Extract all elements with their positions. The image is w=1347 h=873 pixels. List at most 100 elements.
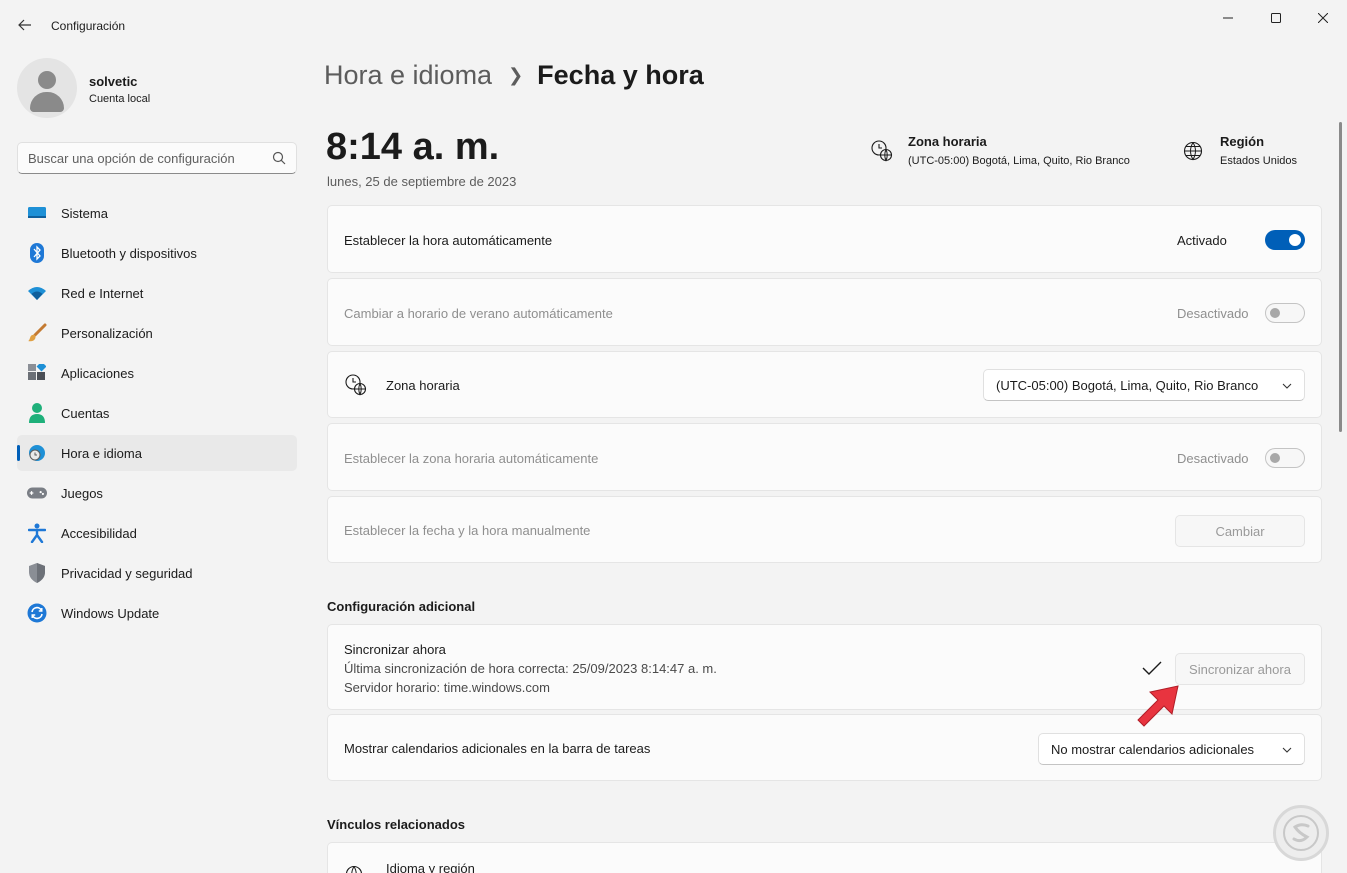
sidebar-item-juegos[interactable]: Juegos xyxy=(17,475,297,511)
last-sync-text: Última sincronización de hora correcta: … xyxy=(344,661,717,676)
sidebar-item-label: Hora e idioma xyxy=(61,446,142,461)
monitor-icon xyxy=(27,204,47,222)
additional-settings-title: Configuración adicional xyxy=(327,599,476,614)
calendars-label: Mostrar calendarios adicionales en la ba… xyxy=(344,741,651,756)
timezone-dropdown-value: (UTC-05:00) Bogotá, Lima, Quito, Rio Bra… xyxy=(996,378,1259,393)
close-icon xyxy=(1318,13,1328,23)
maximize-icon xyxy=(1271,13,1281,23)
globe-clock-icon xyxy=(345,374,367,396)
brush-icon xyxy=(27,323,47,342)
sidebar-item-label: Sistema xyxy=(61,206,108,221)
auto-time-card: Establecer la hora automáticamente Activ… xyxy=(327,205,1322,273)
sidebar-item-label: Aplicaciones xyxy=(61,366,134,381)
app-title: Configuración xyxy=(51,19,126,33)
manual-time-card: Establecer la fecha y la hora manualment… xyxy=(327,496,1322,563)
dst-toggle[interactable] xyxy=(1265,303,1305,323)
sidebar-item-label: Juegos xyxy=(61,486,103,501)
auto-timezone-toggle[interactable] xyxy=(1265,448,1305,468)
user-name: solvetic xyxy=(89,74,138,89)
calendars-dropdown[interactable]: No mostrar calendarios adicionales xyxy=(1038,733,1305,765)
header-timezone-value: (UTC-05:00) Bogotá, Lima, Quito, Rio Bra… xyxy=(908,155,1130,167)
chevron-right-icon: ❯ xyxy=(508,65,524,85)
auto-time-toggle[interactable] xyxy=(1265,230,1305,250)
calendars-dropdown-value: No mostrar calendarios adicionales xyxy=(1051,742,1255,757)
change-button[interactable]: Cambiar xyxy=(1175,515,1305,547)
avatar xyxy=(17,58,77,118)
sidebar-item-personalizacion[interactable]: Personalización xyxy=(17,315,297,351)
minimize-button[interactable] xyxy=(1205,6,1251,30)
sidebar-item-label: Windows Update xyxy=(61,606,160,621)
sidebar-item-accesibilidad[interactable]: Accesibilidad xyxy=(17,515,297,551)
sidebar-item-sistema[interactable]: Sistema xyxy=(17,195,297,231)
search-input[interactable] xyxy=(28,143,268,173)
update-icon xyxy=(27,603,47,623)
sidebar-item-windows-update[interactable]: Windows Update xyxy=(17,595,297,631)
auto-timezone-state: Desactivado xyxy=(1177,451,1249,466)
globe-clock-icon xyxy=(871,140,893,162)
header-timezone-title: Zona horaria xyxy=(908,134,987,149)
wifi-icon xyxy=(27,284,47,302)
red-arrow-icon xyxy=(1137,685,1179,727)
sidebar-item-hora-idioma[interactable]: Hora e idioma xyxy=(17,435,297,471)
title-bar: Configuración xyxy=(0,0,1347,48)
auto-timezone-card: Establecer la zona horaria automáticamen… xyxy=(327,423,1322,491)
maximize-button[interactable] xyxy=(1253,6,1299,30)
back-button[interactable] xyxy=(12,12,38,38)
header-region-value: Estados Unidos xyxy=(1220,155,1298,167)
sidebar-item-label: Personalización xyxy=(61,326,153,341)
account-icon xyxy=(27,403,47,423)
timezone-label: Zona horaria xyxy=(386,378,460,393)
auto-timezone-label: Establecer la zona horaria automáticamen… xyxy=(344,451,599,466)
globe-icon xyxy=(346,865,362,873)
sync-now-button[interactable]: Sincronizar ahora xyxy=(1175,653,1305,685)
current-time: 8:14 a. m. xyxy=(326,126,500,168)
apps-icon xyxy=(27,364,47,382)
minimize-icon xyxy=(1223,17,1233,19)
sidebar-item-aplicaciones[interactable]: Aplicaciones xyxy=(17,355,297,391)
timezone-card: Zona horaria (UTC-05:00) Bogotá, Lima, Q… xyxy=(327,351,1322,418)
time-server-text: Servidor horario: time.windows.com xyxy=(344,680,550,695)
search-icon[interactable] xyxy=(272,151,286,165)
auto-time-state: Activado xyxy=(1177,233,1227,248)
checkmark-icon xyxy=(1142,661,1162,675)
time-language-icon xyxy=(27,444,47,462)
breadcrumb-parent[interactable]: Hora e idioma xyxy=(324,60,492,90)
current-date: lunes, 25 de septiembre de 2023 xyxy=(327,174,517,189)
user-profile[interactable]: solvetic Cuenta local xyxy=(17,58,297,118)
account-type: Cuenta local xyxy=(89,93,151,105)
sidebar-item-label: Privacidad y seguridad xyxy=(61,566,193,581)
shield-icon xyxy=(27,563,47,583)
watermark-logo xyxy=(1273,805,1329,861)
sidebar-item-privacidad[interactable]: Privacidad y seguridad xyxy=(17,555,297,591)
close-button[interactable] xyxy=(1300,6,1346,30)
timezone-dropdown[interactable]: (UTC-05:00) Bogotá, Lima, Quito, Rio Bra… xyxy=(983,369,1305,401)
sync-title: Sincronizar ahora xyxy=(344,642,446,657)
sidebar-item-red[interactable]: Red e Internet xyxy=(17,275,297,311)
sidebar-item-label: Red e Internet xyxy=(61,286,144,301)
language-region-link[interactable]: Idioma y región xyxy=(327,842,1322,873)
sidebar-item-bluetooth[interactable]: Bluetooth y dispositivos xyxy=(17,235,297,271)
scrollbar-thumb[interactable] xyxy=(1339,122,1342,432)
sidebar-item-label: Cuentas xyxy=(61,406,110,421)
gamepad-icon xyxy=(27,484,47,502)
auto-time-label: Establecer la hora automáticamente xyxy=(344,233,553,248)
chevron-down-icon xyxy=(1282,747,1292,753)
sidebar-nav: Sistema Bluetooth y dispositivos Red e I… xyxy=(17,195,297,635)
back-arrow-icon xyxy=(18,19,31,31)
language-region-label: Idioma y región xyxy=(386,861,475,873)
accessibility-icon xyxy=(27,523,47,543)
header-region-title: Región xyxy=(1220,134,1265,149)
search-box xyxy=(17,142,297,174)
manual-time-label: Establecer la fecha y la hora manualment… xyxy=(344,523,591,538)
chevron-down-icon xyxy=(1282,383,1292,389)
dst-label: Cambiar a horario de verano automáticame… xyxy=(344,306,613,321)
sidebar-item-label: Bluetooth y dispositivos xyxy=(61,246,197,261)
bluetooth-icon xyxy=(27,243,47,263)
logo-icon xyxy=(1283,815,1319,851)
breadcrumb: Hora e idioma ❯ Fecha y hora xyxy=(324,60,704,91)
globe-icon xyxy=(1183,141,1203,161)
sidebar-item-cuentas[interactable]: Cuentas xyxy=(17,395,297,431)
sidebar-item-label: Accesibilidad xyxy=(61,526,137,541)
dst-card: Cambiar a horario de verano automáticame… xyxy=(327,278,1322,346)
page-title: Fecha y hora xyxy=(537,60,704,90)
